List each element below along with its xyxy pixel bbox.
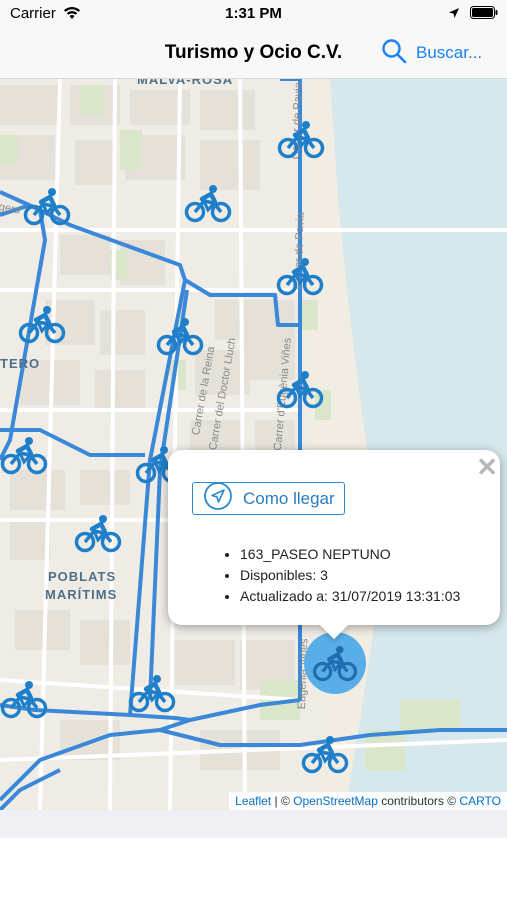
bicycle-icon — [0, 437, 48, 475]
bicycle-icon — [277, 121, 325, 159]
bike-station-marker[interactable] — [277, 119, 325, 159]
osm-link[interactable]: OpenStreetMap — [293, 794, 378, 808]
district-label-tero: TERO — [0, 356, 41, 371]
attribution-text: | © — [271, 794, 294, 808]
bike-station-marker[interactable] — [156, 316, 204, 356]
bicycle-icon — [23, 188, 71, 226]
map-view[interactable]: MALVA-ROSA TERO POBLATS MARÍTIMS Carrer … — [0, 79, 507, 810]
bicycle-icon — [276, 258, 324, 296]
leaflet-link[interactable]: Leaflet — [235, 794, 271, 808]
station-updated: Actualizado a: 31/07/2019 13:31:03 — [240, 586, 460, 607]
close-icon[interactable]: ✕ — [476, 454, 498, 480]
bike-station-marker[interactable] — [301, 734, 349, 774]
map-footer-gray — [0, 810, 507, 838]
bike-station-marker[interactable] — [0, 679, 48, 719]
station-info-list: 163_PASEO NEPTUNO Disponibles: 3 Actuali… — [218, 544, 460, 607]
search-icon — [381, 38, 416, 69]
station-available: Disponibles: 3 — [240, 565, 460, 586]
search-button[interactable]: Buscar... — [381, 38, 483, 69]
directions-label: Como llegar — [243, 488, 335, 508]
bicycle-icon — [276, 371, 324, 409]
directions-button[interactable]: Como llegar — [192, 482, 345, 515]
map-attribution: Leaflet | © OpenStreetMap contributors ©… — [229, 792, 507, 810]
bicycle-icon — [18, 306, 66, 344]
status-time: 1:31 PM — [225, 5, 282, 22]
bike-station-marker[interactable] — [128, 673, 176, 713]
bottom-area — [0, 838, 507, 900]
bicycle-icon — [184, 185, 232, 223]
bike-station-marker[interactable] — [74, 513, 122, 553]
carto-link[interactable]: CARTO — [459, 794, 501, 808]
bike-station-marker[interactable] — [0, 435, 48, 475]
location-arrow-icon — [448, 6, 460, 23]
district-label-poblats: POBLATS — [48, 569, 117, 584]
bicycle-icon — [301, 736, 349, 774]
bike-station-marker[interactable] — [184, 183, 232, 223]
bike-station-marker[interactable] — [23, 186, 71, 226]
bicycle-icon — [312, 645, 358, 682]
navigation-bar: Turismo y Ocio C.V. Buscar... — [0, 28, 507, 79]
bicycle-icon — [156, 318, 204, 356]
bicycle-icon — [128, 675, 176, 713]
battery-icon — [470, 6, 498, 23]
bike-station-marker[interactable] — [18, 304, 66, 344]
map-tiles — [0, 79, 507, 810]
station-name: 163_PASEO NEPTUNO — [240, 544, 460, 565]
bike-station-marker[interactable] — [276, 256, 324, 296]
district-label-maritims: MARÍTIMS — [45, 587, 118, 602]
bike-station-marker[interactable] — [276, 369, 324, 409]
attribution-text: contributors © — [377, 794, 460, 808]
navigation-arrow-icon — [203, 481, 233, 516]
search-label: Buscar... — [416, 43, 483, 62]
bicycle-icon — [74, 515, 122, 553]
status-bar: Carrier 1:31 PM — [0, 0, 507, 28]
station-popup: ✕ Como llegar 163_PASEO NEPTUNO Disponib… — [168, 450, 500, 640]
selected-station-marker[interactable] — [304, 632, 366, 694]
bicycle-icon — [0, 681, 48, 719]
district-label-malva-rosa: MALVA-ROSA — [137, 79, 234, 87]
